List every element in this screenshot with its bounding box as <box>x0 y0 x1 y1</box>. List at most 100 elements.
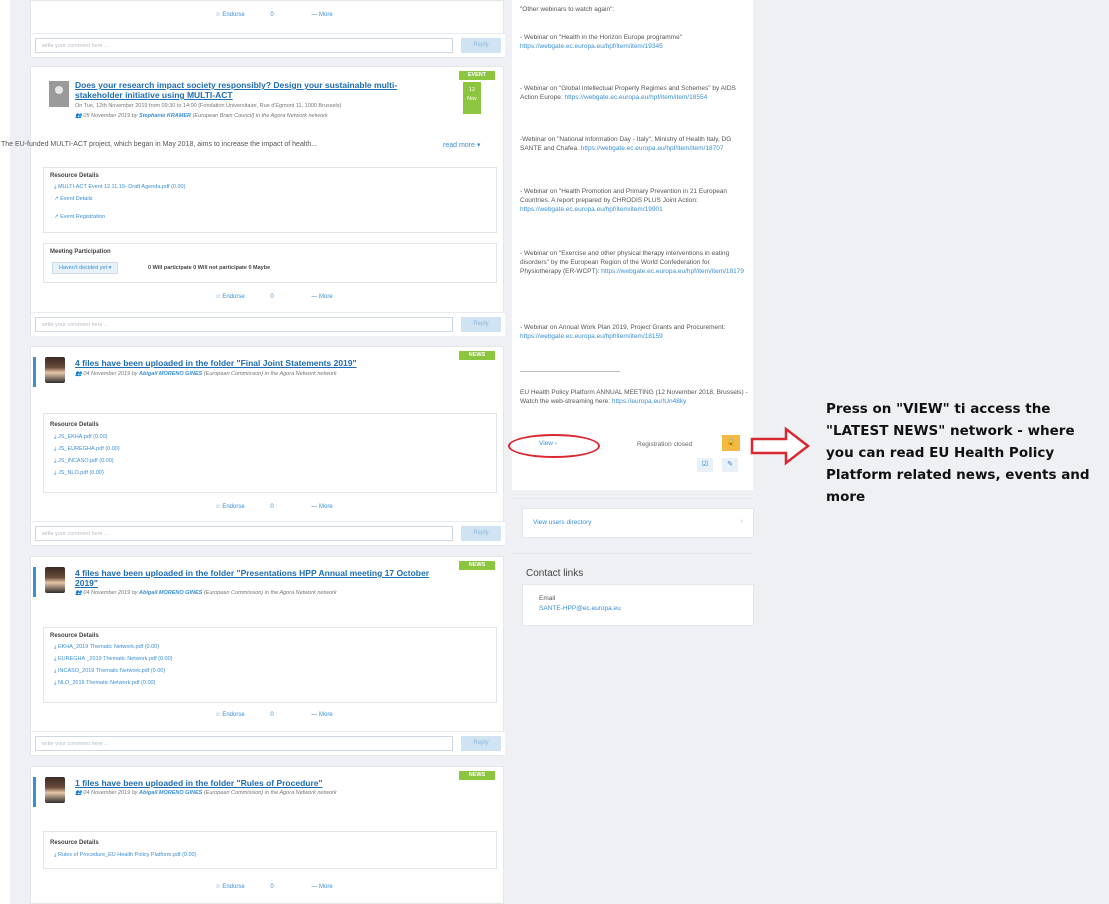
webinar-link[interactable]: https://webgate.ec.europa.eu/hpf/item/it… <box>581 145 724 152</box>
comment-input[interactable]: write your comment here ... <box>35 526 453 541</box>
divider <box>512 553 753 554</box>
comment-input[interactable]: write your comment here ... <box>35 38 453 53</box>
author-link[interactable]: Abigail MORENO GINES <box>139 371 202 377</box>
users-directory-label: View users directory <box>533 519 592 526</box>
unread-marker <box>33 567 36 597</box>
more-button[interactable]: — More <box>311 12 332 18</box>
comment-input[interactable]: write your comment here ... <box>35 317 453 332</box>
event-date-month: Nov <box>467 96 477 102</box>
author-link[interactable]: Abigail MORENO GINES <box>139 590 202 596</box>
resource-details-title: Resource Details <box>50 840 99 846</box>
read-more-link[interactable]: read more ▾ <box>443 141 480 149</box>
resource-details-box: Resource Details ⤓ EKHA_2019 Thematic Ne… <box>43 627 497 703</box>
endorse-row: ☆ Endorse 0 — More <box>31 503 505 517</box>
contact-box: Email SANTE-HPP@ec.europa.eu <box>522 584 754 626</box>
file-link[interactable]: ⤓ JS_NLO.pdf (0.00) <box>54 470 104 477</box>
reply-button[interactable]: Reply <box>461 317 501 332</box>
webinar-item: - Webinar on "Exercise and other physica… <box>520 250 745 275</box>
users-directory-link[interactable]: View users directory › <box>522 508 754 538</box>
participation-dropdown[interactable]: Haven't decided yet ▾ <box>52 262 119 274</box>
edit-pencil-icon[interactable]: ✎ <box>722 458 738 472</box>
annotation-callout: Press on "VIEW" ti access the "LATEST NE… <box>826 401 1090 505</box>
email-link[interactable]: SANTE-HPP@ec.europa.eu <box>539 605 621 612</box>
unread-marker <box>33 777 36 807</box>
post-title-link[interactable]: 1 files have been uploaded in the folder… <box>75 778 323 788</box>
more-button[interactable]: — More <box>311 884 332 890</box>
post-description: The EU-funded MULTI-ACT project, which b… <box>1 141 318 148</box>
email-label: Email <box>539 595 556 602</box>
red-arrow-icon <box>750 426 811 466</box>
reply-button[interactable]: Reply <box>461 526 501 541</box>
endorse-button[interactable]: ☆ Endorse 0 <box>203 884 285 890</box>
webinar-link[interactable]: https://webgate.ec.europa.eu/hpf/item/it… <box>601 268 744 275</box>
file-link[interactable]: ⤓ MULTI-ACT Event 12.11.19- Draft Agenda… <box>54 184 185 191</box>
news-badge: NEWS <box>459 351 495 360</box>
webinar-link[interactable]: https://webgate.ec.europa.eu/hpf/item/it… <box>564 94 707 101</box>
file-link[interactable]: ⤓ EKHA_2019 Thematic Network.pdf (0.00) <box>54 644 159 651</box>
news-post-card: NEWS 1 files have been uploaded in the f… <box>30 766 504 904</box>
screenshot-canvas: ☆ Endorse 0 — More write your comment he… <box>0 0 1109 904</box>
event-when: On Tue, 12th November 2019 from 09:30 to… <box>75 103 342 109</box>
reply-button[interactable]: Reply <box>461 736 501 751</box>
comment-row: write your comment here ... Reply <box>31 33 505 57</box>
event-date-day: 12 <box>468 87 476 93</box>
users-icon: 👥 <box>75 371 82 377</box>
news-post-card: NEWS 4 files have been uploaded in the f… <box>30 556 505 756</box>
webinar-link[interactable]: https://webgate.ec.europa.eu/hpf/item/it… <box>520 43 663 50</box>
file-link[interactable]: ⤓ JS_INCASO.pdf (0.00) <box>54 458 114 465</box>
more-button[interactable]: — More <box>311 712 332 718</box>
post-meta: 👥 04 November 2019 by Abigail MORENO GIN… <box>75 790 337 796</box>
post-title-link[interactable]: 4 files have been uploaded in the folder… <box>75 358 357 368</box>
webinar-item: -Webinar on "National Information Day - … <box>520 136 732 152</box>
endorse-button[interactable]: ☆ Endorse 0 <box>203 504 285 510</box>
reply-button[interactable]: Reply <box>461 38 501 53</box>
file-link[interactable]: ⤓ INCASO_2019 Thematic Network.pdf (0.00… <box>54 668 165 675</box>
registration-status: Registration closed <box>637 441 693 448</box>
author-link[interactable]: Stephanie KRAMER <box>139 113 191 119</box>
meeting-participation-title: Meeting Participation <box>50 249 111 255</box>
divider <box>512 498 753 499</box>
file-link[interactable]: ⤓ Rules of Procedure_EU Health Policy Pl… <box>54 852 196 859</box>
more-button[interactable]: — More <box>311 504 332 510</box>
webinar-item: - Webinar on Annual Work Plan 2019, Proj… <box>520 324 726 340</box>
webinars-sidebar-panel: "Other webinars to watch again": - Webin… <box>512 0 753 490</box>
more-button[interactable]: — More <box>311 294 332 300</box>
author-link[interactable]: Abigail MORENO GINES <box>139 790 202 796</box>
event-registration-link[interactable]: ↗ Event Registration <box>54 214 105 220</box>
comment-row: write your comment here ... Reply <box>31 521 505 545</box>
avatar <box>45 777 65 803</box>
endorse-button[interactable]: ☆ Endorse 0 <box>203 712 285 718</box>
avatar <box>45 567 65 593</box>
resource-details-title: Resource Details <box>50 633 99 639</box>
users-icon: 👥 <box>75 113 82 119</box>
checkbox-icon[interactable]: ☑ <box>697 458 713 472</box>
post-meta: 👥 05 November 2019 by Stephanie KRAMER (… <box>75 113 328 119</box>
comment-input[interactable]: write your comment here ... <box>35 736 453 751</box>
comment-row: write your comment here ... Reply <box>31 731 505 755</box>
webinar-link[interactable]: https://webgate.ec.europa.eu/hpf/item/it… <box>520 206 663 213</box>
lock-icon[interactable]: 🔒 <box>722 435 740 451</box>
post-title-link[interactable]: Does your research impact society respon… <box>75 80 397 100</box>
news-post-card: NEWS 4 files have been uploaded in the f… <box>30 346 505 546</box>
endorse-button[interactable]: ☆ Endorse 0 <box>203 294 285 300</box>
event-details-link[interactable]: ↗ Event Details <box>54 196 93 202</box>
file-link[interactable]: ⤓ NLO_2019 Thematic Network.pdf (0.00) <box>54 680 155 687</box>
participation-stats: 0 Will participate 0 Will not participat… <box>148 265 271 271</box>
news-badge: NEWS <box>459 561 495 570</box>
endorse-button[interactable]: ☆ Endorse 0 <box>203 12 285 18</box>
post-title-link[interactable]: 4 files have been uploaded in the folder… <box>75 568 429 588</box>
file-link[interactable]: ⤓ JS_EUREGHA.pdf (0.00) <box>54 446 120 453</box>
divider <box>520 371 620 372</box>
webinar-item: - Webinar on "Health Promotion and Prima… <box>520 188 728 213</box>
endorse-row: ☆ Endorse 0 — More <box>31 11 505 25</box>
resource-details-box: Resource Details ⤓ Rules of Procedure_EU… <box>43 831 497 869</box>
avatar <box>45 357 65 383</box>
resource-details-box: Resource Details ⤓ JS_EKHA.pdf (0.00) ⤓ … <box>43 413 497 493</box>
file-link[interactable]: ⤓ EUREGHA _2019 Thematic Network.pdf (0.… <box>54 656 173 663</box>
endorse-row: ☆ Endorse 0 — More <box>31 711 505 725</box>
file-link[interactable]: ⤓ JS_EKHA.pdf (0.00) <box>54 434 108 441</box>
endorse-row: ☆ Endorse 0 — More <box>31 883 505 897</box>
annual-meeting-link[interactable]: https://europa.eu/!Un48ky <box>612 398 686 405</box>
webinar-link[interactable]: https://webgate.ec.europa.eu/hpf/item/it… <box>520 333 663 340</box>
users-icon: 👥 <box>75 590 82 596</box>
